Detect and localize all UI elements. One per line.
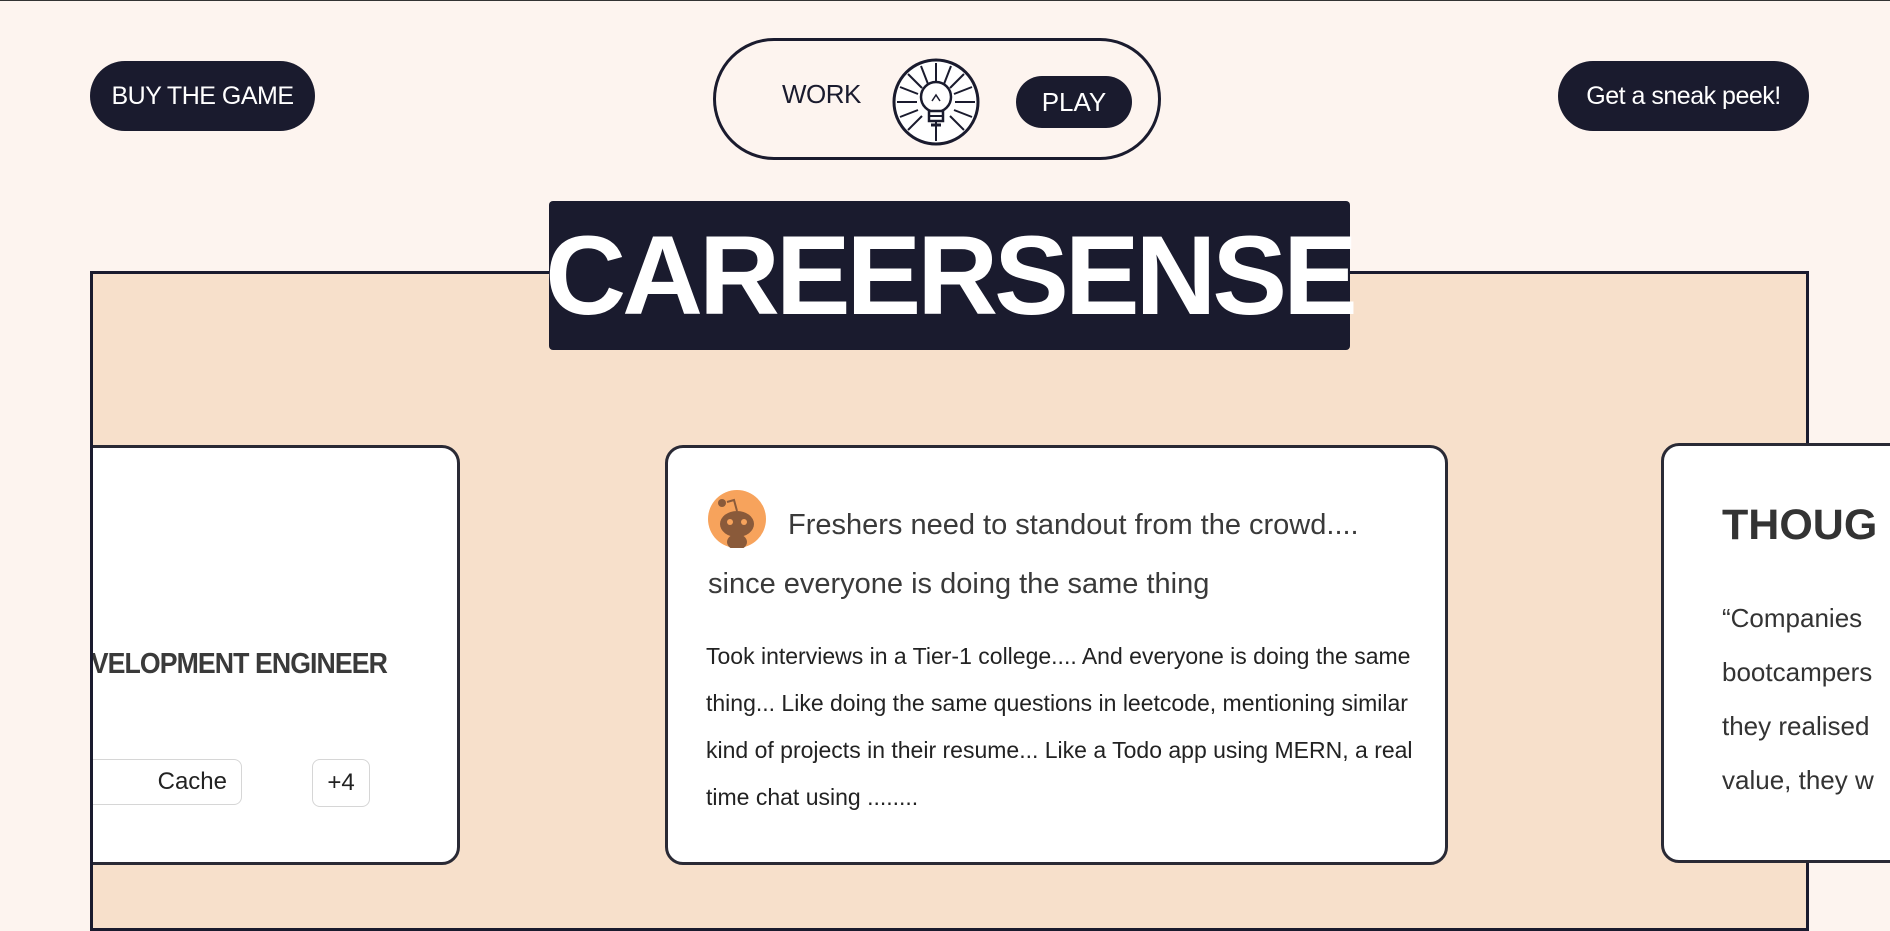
thoughts-card[interactable]: THOUG “Companies bootcampers they realis… xyxy=(1661,443,1890,863)
job-card[interactable]: VELOPMENT ENGINEER Cache +4 xyxy=(90,445,460,865)
work-play-toggle[interactable]: WORK PLAY xyxy=(713,38,1161,160)
careersense-logo: CAREERSENSE xyxy=(545,201,1358,350)
skill-tag: Cache xyxy=(93,759,242,805)
lightbulb-icon xyxy=(892,58,980,146)
reddit-post-card[interactable]: Freshers need to standout from the crowd… xyxy=(665,445,1448,865)
showcase-panel: VELOPMENT ENGINEER Cache +4 Freshers nee… xyxy=(90,271,1809,931)
thoughts-heading: THOUG xyxy=(1722,501,1878,549)
play-toggle-option[interactable]: PLAY xyxy=(1016,76,1132,128)
quote-line: bootcampers xyxy=(1722,657,1873,687)
thoughts-quote: “Companies bootcampers they realised val… xyxy=(1722,591,1890,807)
quote-line: “Companies xyxy=(1722,603,1863,633)
post-title: Freshers need to standout from the crowd… xyxy=(708,509,1359,600)
quote-line: value, they w xyxy=(1722,765,1874,795)
job-title: VELOPMENT ENGINEER xyxy=(90,648,388,680)
buy-the-game-button[interactable]: BUY THE GAME xyxy=(90,61,315,131)
quote-line: they realised xyxy=(1722,711,1870,741)
more-tags-badge[interactable]: +4 xyxy=(312,759,370,807)
post-body: Took interviews in a Tier-1 college.... … xyxy=(706,643,1413,810)
sneak-peek-button[interactable]: Get a sneak peek! xyxy=(1558,61,1809,131)
work-toggle-option[interactable]: WORK xyxy=(782,79,861,110)
